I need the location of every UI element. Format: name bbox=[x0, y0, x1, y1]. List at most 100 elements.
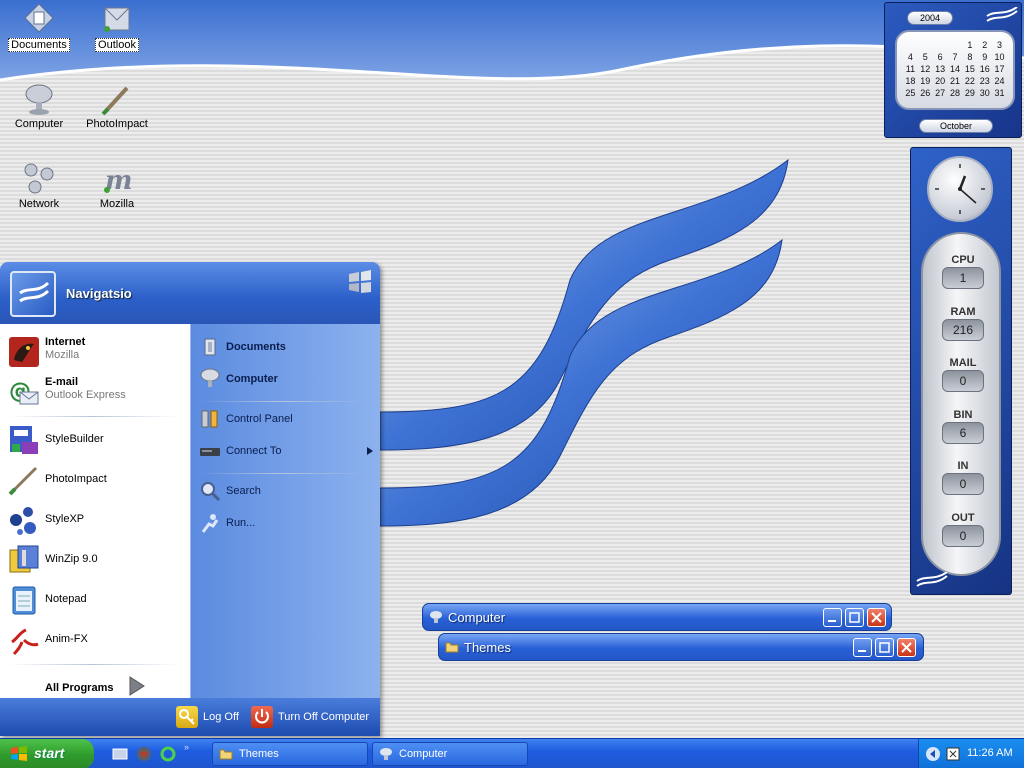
desktop-icon-mozilla[interactable]: m Mozilla bbox=[78, 162, 156, 210]
calendar-day[interactable]: 10 bbox=[992, 52, 1007, 62]
recent-animfx[interactable]: Anim-FX bbox=[8, 622, 186, 658]
recent-winzip[interactable]: WinZip 9.0 bbox=[8, 542, 186, 578]
avatar[interactable] bbox=[10, 271, 56, 317]
recent-photoimpact[interactable]: PhotoImpact bbox=[8, 462, 186, 498]
menu-separator bbox=[8, 416, 178, 417]
desktop-icon-computer[interactable]: Computer bbox=[0, 82, 78, 130]
computer-icon bbox=[199, 368, 221, 390]
minimize-button[interactable] bbox=[823, 608, 842, 627]
close-button[interactable] bbox=[867, 608, 886, 627]
calendar-day[interactable]: 25 bbox=[903, 88, 918, 98]
calendar-month[interactable]: October bbox=[919, 119, 993, 133]
calendar-day[interactable]: 11 bbox=[903, 64, 918, 74]
meter-name: BIN bbox=[953, 408, 973, 421]
network-tray-icon[interactable] bbox=[945, 746, 961, 762]
start-label: start bbox=[34, 745, 65, 761]
log-off-button[interactable]: Log Off bbox=[176, 706, 246, 730]
meter-in: IN 0 bbox=[937, 460, 989, 495]
place-connect-to[interactable]: Connect To bbox=[199, 438, 375, 464]
place-label: Search bbox=[226, 485, 261, 497]
notepad-icon bbox=[8, 584, 40, 616]
restore-button[interactable] bbox=[875, 638, 894, 657]
recent-notepad[interactable]: Notepad bbox=[8, 582, 186, 618]
calendar-day[interactable]: 23 bbox=[977, 76, 992, 86]
folder-icon bbox=[219, 749, 233, 760]
taskbar: start » Themes Computer 11:26 AM bbox=[0, 738, 1024, 768]
close-button[interactable] bbox=[897, 638, 916, 657]
calendar-day[interactable]: 1 bbox=[962, 40, 977, 50]
place-run[interactable]: Run... bbox=[199, 510, 375, 536]
taskbar-item-themes[interactable]: Themes bbox=[212, 742, 368, 766]
quick-launch-mozilla-icon[interactable] bbox=[136, 746, 152, 762]
calendar-day[interactable]: 29 bbox=[962, 88, 977, 98]
folder-icon bbox=[445, 640, 459, 654]
analog-clock bbox=[927, 156, 993, 222]
meter-name: RAM bbox=[950, 305, 976, 318]
recent-stylebuilder[interactable]: StyleBuilder bbox=[8, 422, 186, 458]
calendar-day[interactable]: 7 bbox=[948, 52, 963, 62]
calendar-day[interactable]: 9 bbox=[977, 52, 992, 62]
calendar-day[interactable]: 19 bbox=[918, 76, 933, 86]
minimize-button[interactable] bbox=[853, 638, 872, 657]
calendar-year[interactable]: 2004 bbox=[907, 11, 953, 25]
desktop-icon-photoimpact[interactable]: PhotoImpact bbox=[78, 82, 156, 130]
chevron-left-icon[interactable] bbox=[925, 746, 941, 762]
recent-label: PhotoImpact bbox=[45, 473, 107, 485]
desktop-icon-outlook[interactable]: Outlook bbox=[78, 2, 156, 52]
calendar-day[interactable]: 30 bbox=[977, 88, 992, 98]
calendar-day[interactable]: 17 bbox=[992, 64, 1007, 74]
turn-off-button[interactable]: Turn Off Computer bbox=[251, 706, 375, 730]
desktop-icon-documents[interactable]: Documents bbox=[0, 2, 78, 52]
taskbar-clock[interactable]: 11:26 AM bbox=[967, 747, 1013, 759]
system-tray: 11:26 AM bbox=[918, 739, 1024, 768]
calendar-day[interactable]: 14 bbox=[948, 64, 963, 74]
calendar-day[interactable]: 5 bbox=[918, 52, 933, 62]
recent-stylexp[interactable]: StyleXP bbox=[8, 502, 186, 538]
calendar-day[interactable]: 26 bbox=[918, 88, 933, 98]
calendar-day[interactable]: 24 bbox=[992, 76, 1007, 86]
calendar-day[interactable]: 21 bbox=[948, 76, 963, 86]
calendar-day[interactable]: 31 bbox=[992, 88, 1007, 98]
start-menu-places: Documents Computer Control Panel Connect… bbox=[190, 324, 380, 698]
quick-launch-show-desktop-icon[interactable] bbox=[112, 746, 128, 762]
place-search[interactable]: Search bbox=[199, 478, 375, 504]
calendar-day[interactable]: 13 bbox=[933, 64, 948, 74]
all-programs-button[interactable]: All Programs bbox=[0, 670, 190, 696]
menu-separator bbox=[199, 473, 369, 474]
calendar-day[interactable]: 12 bbox=[918, 64, 933, 74]
place-computer[interactable]: Computer bbox=[199, 366, 375, 392]
calendar-day[interactable]: 4 bbox=[903, 52, 918, 62]
minimize-icon bbox=[828, 620, 836, 622]
calendar-day bbox=[903, 40, 918, 50]
quick-launch-overflow-icon[interactable]: » bbox=[184, 742, 189, 752]
quick-launch-refresh-icon[interactable] bbox=[160, 746, 176, 762]
stylebuilder-icon bbox=[8, 424, 40, 456]
calendar-day[interactable]: 16 bbox=[977, 64, 992, 74]
desktop-icon-label: Mozilla bbox=[99, 198, 135, 210]
calendar-day[interactable]: 18 bbox=[903, 76, 918, 86]
pinned-internet[interactable]: Internet Mozilla bbox=[8, 334, 186, 370]
user-picture-icon bbox=[19, 281, 50, 303]
desktop-icon-network[interactable]: Network bbox=[0, 162, 78, 210]
recent-label: Anim-FX bbox=[45, 633, 88, 645]
mozilla-icon: m bbox=[99, 162, 135, 196]
window-computer[interactable]: Computer bbox=[422, 603, 892, 631]
calendar-day[interactable]: 27 bbox=[933, 88, 948, 98]
winzip-icon bbox=[8, 544, 40, 576]
calendar-day[interactable]: 22 bbox=[962, 76, 977, 86]
window-themes[interactable]: Themes bbox=[438, 633, 924, 661]
calendar-day[interactable]: 3 bbox=[992, 40, 1007, 50]
start-button[interactable]: start bbox=[0, 739, 94, 768]
restore-button[interactable] bbox=[845, 608, 864, 627]
calendar-day[interactable]: 28 bbox=[948, 88, 963, 98]
calendar-day[interactable]: 2 bbox=[977, 40, 992, 50]
pinned-email[interactable]: @ E-mail Outlook Express bbox=[8, 374, 186, 410]
place-control-panel[interactable]: Control Panel bbox=[199, 406, 375, 432]
power-icon bbox=[251, 706, 273, 728]
calendar-day[interactable]: 6 bbox=[933, 52, 948, 62]
taskbar-item-computer[interactable]: Computer bbox=[372, 742, 528, 766]
calendar-day[interactable]: 20 bbox=[933, 76, 948, 86]
calendar-day[interactable]: 15 bbox=[962, 64, 977, 74]
place-documents[interactable]: Documents bbox=[199, 334, 375, 360]
calendar-day[interactable]: 8 bbox=[962, 52, 977, 62]
